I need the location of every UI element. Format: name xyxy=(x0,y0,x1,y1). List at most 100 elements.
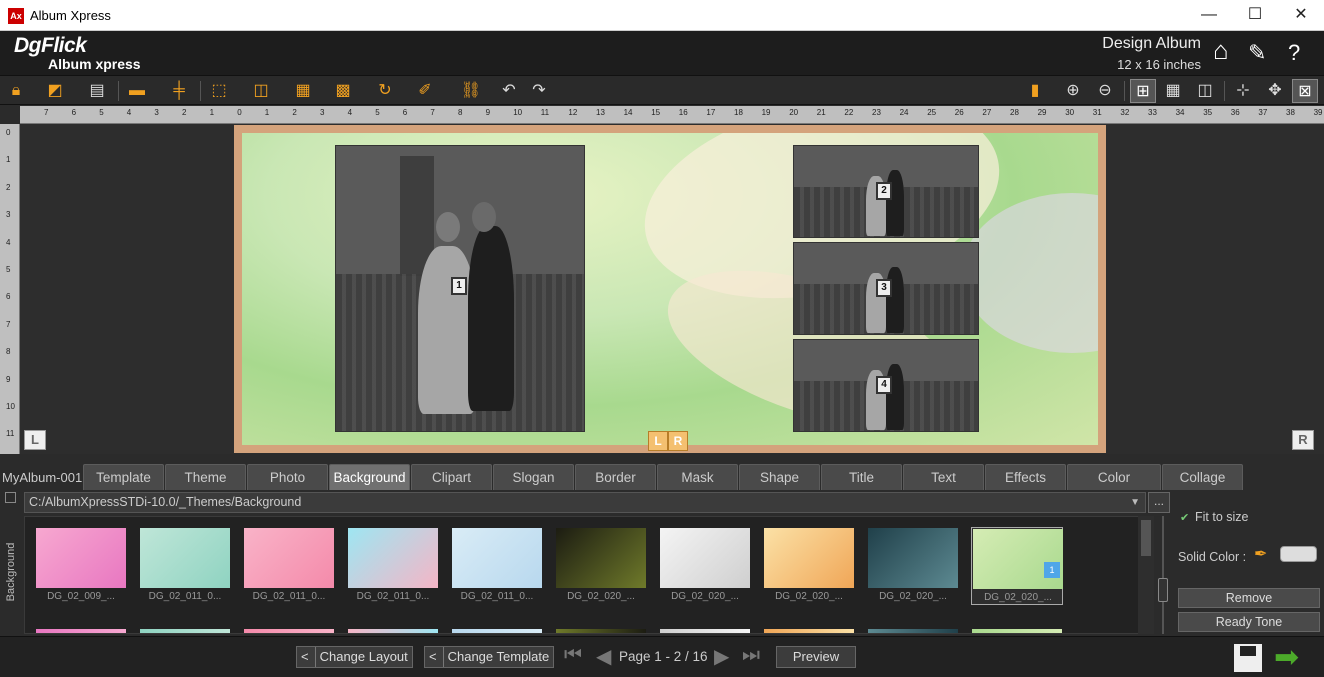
size-slider[interactable] xyxy=(1158,516,1168,634)
next-step-arrow-icon[interactable]: ➡ xyxy=(1274,643,1299,673)
thumbnail-next-row[interactable] xyxy=(36,629,126,633)
lock-icon[interactable]: 🔒︎ xyxy=(3,79,29,103)
magic-wand-icon[interactable]: ✐ xyxy=(412,79,438,103)
photo-slot-4[interactable]: 4 xyxy=(793,339,979,432)
left-page-button[interactable]: L xyxy=(24,430,46,450)
center-right-button[interactable]: R xyxy=(668,431,688,451)
bring-forward-icon[interactable]: ◩ xyxy=(42,79,68,103)
align-objects-icon[interactable]: ▮ xyxy=(1022,79,1048,103)
left-right-toggle[interactable]: LR xyxy=(648,431,688,453)
photo-slot-1[interactable]: 1 xyxy=(335,145,585,432)
grid-layout-icon[interactable]: ▦ xyxy=(290,79,316,103)
page-setup-icon[interactable]: ▤ xyxy=(84,79,110,103)
background-thumbnail[interactable]: DG_02_009_... xyxy=(35,527,127,605)
background-thumbnail[interactable]: DG_02_011_0... xyxy=(451,527,543,605)
grid-fill-icon[interactable]: ▩ xyxy=(330,79,356,103)
link-icon[interactable]: ⛓ xyxy=(458,79,484,103)
last-page-icon[interactable]: ⏭ xyxy=(742,644,760,667)
center-left-button[interactable]: L xyxy=(648,431,668,451)
chevron-down-icon[interactable]: ▼ xyxy=(1130,493,1140,512)
eyedropper-icon[interactable]: ✒ xyxy=(1254,544,1267,564)
change-layout-button[interactable]: < Change Layout xyxy=(296,646,413,668)
tab-shape[interactable]: Shape xyxy=(739,464,820,490)
align-left-icon[interactable]: ▬ xyxy=(124,79,150,103)
thumbnail-next-row[interactable] xyxy=(140,629,230,633)
background-thumbnail[interactable]: DG_02_011_0... xyxy=(139,527,231,605)
ruler-top-label: 27 xyxy=(982,108,992,117)
thumbnail-next-row[interactable] xyxy=(348,629,438,633)
slider-track xyxy=(1162,516,1164,634)
remove-button[interactable]: Remove xyxy=(1178,588,1320,608)
full-view-icon[interactable]: ⊠ xyxy=(1292,79,1318,103)
background-thumbnail[interactable]: DG_02_020_... 1 xyxy=(971,527,1063,605)
fit-to-size-checkbox[interactable]: ✔ Fit to size xyxy=(1180,510,1249,524)
photo-slot-2[interactable]: 2 xyxy=(793,145,979,238)
help-icon[interactable]: ? xyxy=(1288,40,1300,66)
rotate-icon[interactable]: ↻ xyxy=(372,79,398,103)
background-folder-path[interactable]: C:/AlbumXpressSTDi-10.0/_Themes/Backgrou… xyxy=(24,492,1146,513)
thumbnail-next-row[interactable] xyxy=(660,629,750,633)
background-thumbnail[interactable]: DG_02_020_... xyxy=(555,527,647,605)
thumbnails-scrollbar[interactable] xyxy=(1138,516,1154,634)
background-thumbnail[interactable]: DG_02_020_... xyxy=(867,527,959,605)
first-page-icon[interactable]: ⏮ xyxy=(564,644,582,667)
slot-number-4: 4 xyxy=(876,376,892,394)
thumbnail-next-row[interactable] xyxy=(556,629,646,633)
previous-page-icon[interactable]: ◀ xyxy=(596,644,611,669)
spread-view-icon[interactable]: ◫ xyxy=(1192,79,1218,103)
slider-knob[interactable] xyxy=(1158,578,1168,602)
panel-settings-icon[interactable] xyxy=(5,492,16,503)
next-page-icon[interactable]: ▶ xyxy=(714,644,729,669)
tab-effects[interactable]: Effects xyxy=(985,464,1066,490)
minimize-button[interactable]: — xyxy=(1186,0,1232,31)
zoom-out-icon[interactable]: ⊖ xyxy=(1092,79,1118,103)
browse-folder-button[interactable]: ... xyxy=(1148,492,1170,513)
background-thumbnail[interactable]: DG_02_020_... xyxy=(763,527,855,605)
tab-color-correction[interactable]: Color correction xyxy=(1067,464,1161,511)
thumbnail-next-row[interactable] xyxy=(452,629,542,633)
show-guides-icon[interactable]: ⊞ xyxy=(1130,79,1156,103)
group-select-icon[interactable]: ⬚ xyxy=(206,79,232,103)
tab-background[interactable]: Background xyxy=(329,464,410,490)
background-thumbnail[interactable]: DG_02_011_0... xyxy=(243,527,335,605)
ready-tone-button[interactable]: Ready Tone xyxy=(1178,612,1320,632)
tab-theme[interactable]: Theme xyxy=(165,464,246,490)
ruler-left-label: 3 xyxy=(6,210,11,220)
right-page-button[interactable]: R xyxy=(1292,430,1314,450)
thumbnail-next-row[interactable] xyxy=(764,629,854,633)
align-center-icon[interactable]: ╪ xyxy=(166,79,192,103)
arrange-icon[interactable]: ◫ xyxy=(248,79,274,103)
tab-text[interactable]: Text xyxy=(903,464,984,490)
tab-slogan[interactable]: Slogan xyxy=(493,464,574,490)
undo-icon[interactable]: ↶ xyxy=(496,79,522,103)
thumbnail-next-row[interactable] xyxy=(868,629,958,633)
solid-color-swatch[interactable] xyxy=(1280,546,1317,562)
change-template-button[interactable]: < Change Template xyxy=(424,646,555,668)
background-thumbnail[interactable]: DG_02_020_... xyxy=(659,527,751,605)
background-thumbnail[interactable]: DG_02_011_0... xyxy=(347,527,439,605)
thumbnail-next-row[interactable] xyxy=(972,629,1062,633)
tab-mask[interactable]: Mask xyxy=(657,464,738,490)
home-icon[interactable]: ⌂ xyxy=(1213,35,1229,66)
redo-icon[interactable]: ↷ xyxy=(526,79,552,103)
settings-wrench-icon[interactable]: ✎ xyxy=(1248,40,1266,66)
zoom-in-icon[interactable]: ⊕ xyxy=(1060,79,1086,103)
fit-page-icon[interactable]: ⊹ xyxy=(1230,79,1256,103)
groom-figure xyxy=(468,226,514,411)
tab-clipart[interactable]: Clipart xyxy=(411,464,492,490)
tab-template[interactable]: Template xyxy=(83,464,164,490)
tab-title[interactable]: Title xyxy=(821,464,902,490)
center-view-icon[interactable]: ✥ xyxy=(1262,79,1288,103)
show-grid-icon[interactable]: ▦ xyxy=(1160,79,1186,103)
scrollbar-thumb[interactable] xyxy=(1141,520,1151,556)
preview-button[interactable]: Preview xyxy=(776,646,856,668)
close-button[interactable]: ✕ xyxy=(1278,0,1324,31)
tab-photo[interactable]: Photo xyxy=(247,464,328,490)
tab-collage[interactable]: Collage xyxy=(1162,464,1243,490)
photo-slot-3[interactable]: 3 xyxy=(793,242,979,335)
thumbnail-next-row[interactable] xyxy=(244,629,334,633)
album-spread[interactable]: 1 2 3 4 xyxy=(234,125,1106,453)
save-album-icon[interactable] xyxy=(1232,642,1264,674)
tab-border[interactable]: Border xyxy=(575,464,656,490)
maximize-button[interactable]: ☐ xyxy=(1232,0,1278,31)
